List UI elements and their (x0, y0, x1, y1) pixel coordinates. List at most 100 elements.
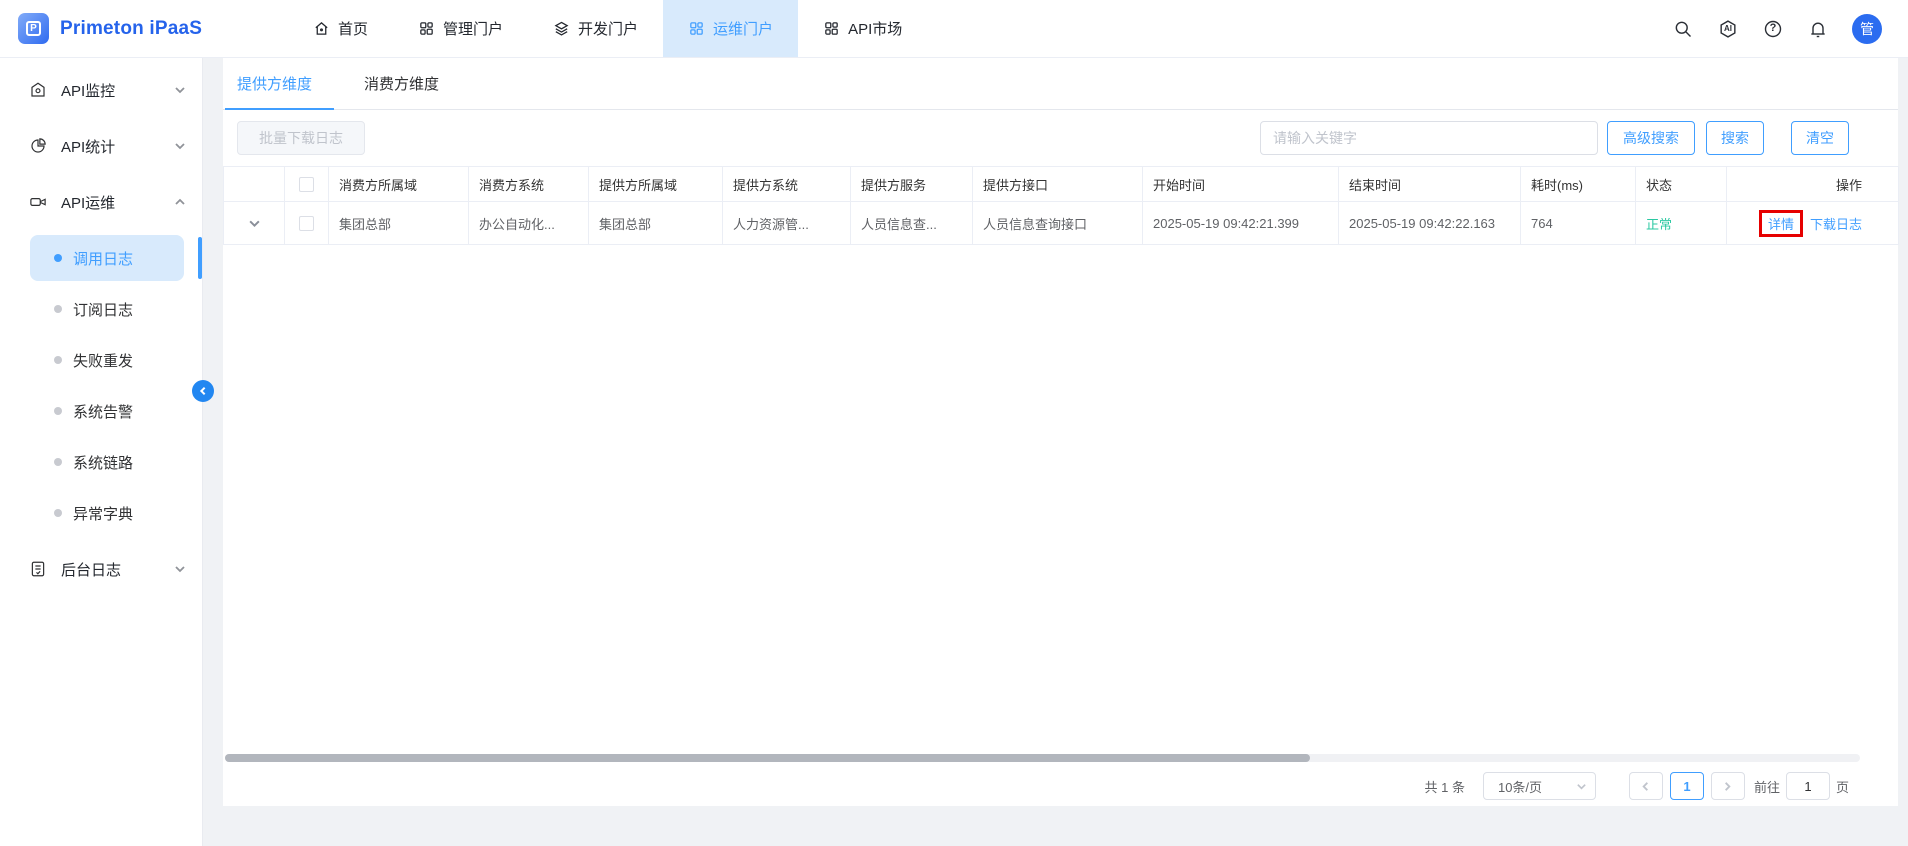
monitor-camera-icon (29, 81, 47, 99)
cell-provider-domain: 集团总部 (589, 202, 723, 245)
call-log-table: 消费方所属域 消费方系统 提供方所属域 提供方系统 提供方服务 提供方接口 开始… (223, 166, 1899, 245)
grid-icon (418, 20, 435, 37)
pager: 1 (1629, 772, 1745, 800)
goto-prefix: 前往 (1754, 777, 1780, 796)
sidebar-item-backend-logs[interactable]: 后台日志 (0, 541, 202, 597)
row-checkbox[interactable] (299, 216, 314, 231)
sidebar-item-label: API统计 (61, 136, 115, 157)
cell-consumer-system: 办公自动化... (469, 202, 589, 245)
column-header-duration: 耗时(ms) (1521, 167, 1636, 202)
page-number-button[interactable]: 1 (1670, 772, 1704, 800)
top-navbar: P Primeton iPaaS 首页 管理门户 开发门户 运维门户 API市场 (0, 0, 1908, 58)
sidebar-item-api-monitor[interactable]: API监控 (0, 62, 202, 118)
tab-provider-dimension[interactable]: 提供方维度 (225, 58, 334, 109)
table-row: 集团总部 办公自动化... 集团总部 人力资源管... 人员信息查... 人员信… (224, 202, 1899, 245)
column-header-provider-interface: 提供方接口 (973, 167, 1143, 202)
sidebar-item-api-ops[interactable]: API运维 (0, 174, 202, 230)
pagination-bar: 共 1 条 10条/页 1 前往 页 (223, 766, 1898, 806)
brand-logo-icon: P (18, 13, 49, 44)
bullet-dot-icon (54, 407, 62, 415)
bell-icon[interactable] (1807, 18, 1829, 40)
bullet-dot-icon (54, 356, 62, 364)
table-empty-area (223, 245, 1898, 754)
row-select-cell (285, 202, 329, 245)
ai-assistant-icon[interactable]: AI (1717, 18, 1739, 40)
nav-item-admin-portal[interactable]: 管理门户 (393, 0, 528, 57)
grid-icon (688, 20, 705, 37)
nav-item-api-market[interactable]: API市场 (798, 0, 927, 57)
cell-provider-system: 人力资源管... (723, 202, 851, 245)
nav-item-dev-portal[interactable]: 开发门户 (528, 0, 663, 57)
nav-item-ops-portal[interactable]: 运维门户 (663, 0, 798, 57)
home-icon (313, 20, 330, 37)
chevron-down-icon[interactable] (248, 217, 261, 230)
cell-status: 正常 (1636, 202, 1727, 245)
sidebar-subitem-label: 订阅日志 (73, 299, 133, 320)
column-header-provider-service: 提供方服务 (851, 167, 973, 202)
bullet-dot-icon (54, 458, 62, 466)
bullet-dot-icon (54, 509, 62, 517)
annotation-highlight-box: 详情 (1759, 210, 1803, 237)
expand-column-header (224, 167, 285, 202)
chevron-down-icon (1576, 781, 1587, 792)
pie-chart-icon (29, 137, 47, 155)
keyword-search-input[interactable] (1260, 121, 1598, 155)
detail-link[interactable]: 详情 (1768, 217, 1794, 232)
brand-name: Primeton iPaaS (60, 18, 202, 40)
advanced-search-button[interactable]: 高级搜索 (1607, 121, 1695, 155)
brand: P Primeton iPaaS (0, 13, 248, 44)
goto-page-input[interactable] (1786, 772, 1830, 800)
sidebar-item-label: API运维 (61, 192, 115, 213)
ai-icon-text: AI (1724, 24, 1732, 33)
goto-page-group: 前往 页 (1754, 772, 1849, 800)
nav-item-home[interactable]: 首页 (288, 0, 393, 57)
download-log-link[interactable]: 下载日志 (1810, 217, 1862, 232)
column-header-status: 状态 (1636, 167, 1727, 202)
chevron-down-icon (174, 563, 186, 575)
sidebar-collapse-toggle[interactable] (192, 380, 214, 402)
help-icon[interactable]: ? (1762, 18, 1784, 40)
bullet-dot-icon (54, 305, 62, 313)
search-button[interactable]: 搜索 (1706, 121, 1764, 155)
row-expand-cell (224, 202, 285, 245)
horizontal-scrollbar-thumb[interactable] (225, 754, 1310, 762)
nav-item-label: 运维门户 (713, 18, 773, 39)
dimension-tabs: 提供方维度 消费方维度 (223, 58, 1898, 110)
cell-end-time: 2025-05-19 09:42:22.163 (1339, 202, 1521, 245)
nav-item-label: 开发门户 (578, 18, 638, 39)
prev-page-button[interactable] (1629, 772, 1663, 800)
chevron-right-icon (1722, 781, 1733, 792)
sidebar-item-failure-resend[interactable]: 失败重发 (30, 337, 184, 383)
avatar[interactable]: 管 (1852, 14, 1882, 44)
brand-logo-letter: P (26, 21, 41, 36)
sidebar-item-api-stats[interactable]: API统计 (0, 118, 202, 174)
cell-duration: 764 (1521, 202, 1636, 245)
tab-label: 提供方维度 (237, 73, 312, 94)
cell-provider-service: 人员信息查... (851, 202, 973, 245)
sidebar-item-subscription-logs[interactable]: 订阅日志 (30, 286, 184, 332)
search-icon[interactable] (1672, 18, 1694, 40)
layers-icon (553, 20, 570, 37)
nav-item-label: API市场 (848, 18, 902, 39)
sidebar-item-call-logs[interactable]: 调用日志 (30, 235, 184, 281)
cell-actions: 详情 下载日志 (1727, 202, 1899, 245)
grid-icon (823, 20, 840, 37)
next-page-button[interactable] (1711, 772, 1745, 800)
content-card: 提供方维度 消费方维度 批量下载日志 高级搜索 搜索 清空 消费方所属域 消费方… (223, 58, 1898, 806)
sidebar-item-system-links[interactable]: 系统链路 (30, 439, 184, 485)
batch-download-button[interactable]: 批量下载日志 (237, 121, 365, 155)
status-badge: 正常 (1646, 217, 1672, 232)
tab-label: 消费方维度 (364, 73, 439, 94)
sidebar-subitem-label: 失败重发 (73, 350, 133, 371)
chevron-up-icon (174, 196, 186, 208)
clear-button[interactable]: 清空 (1791, 121, 1849, 155)
bullet-dot-icon (54, 254, 62, 262)
navbar-actions: AI ? 管 (1672, 14, 1908, 44)
cell-consumer-domain: 集团总部 (329, 202, 469, 245)
select-all-checkbox[interactable] (299, 177, 314, 192)
tab-consumer-dimension[interactable]: 消费方维度 (352, 58, 461, 109)
sidebar: API监控 API统计 API运维 调用日志 订阅日志 失败重发 系统告警 系统… (0, 58, 203, 846)
sidebar-item-exception-dictionary[interactable]: 异常字典 (30, 490, 184, 536)
page-size-select[interactable]: 10条/页 (1483, 772, 1596, 800)
sidebar-item-system-alerts[interactable]: 系统告警 (30, 388, 184, 434)
